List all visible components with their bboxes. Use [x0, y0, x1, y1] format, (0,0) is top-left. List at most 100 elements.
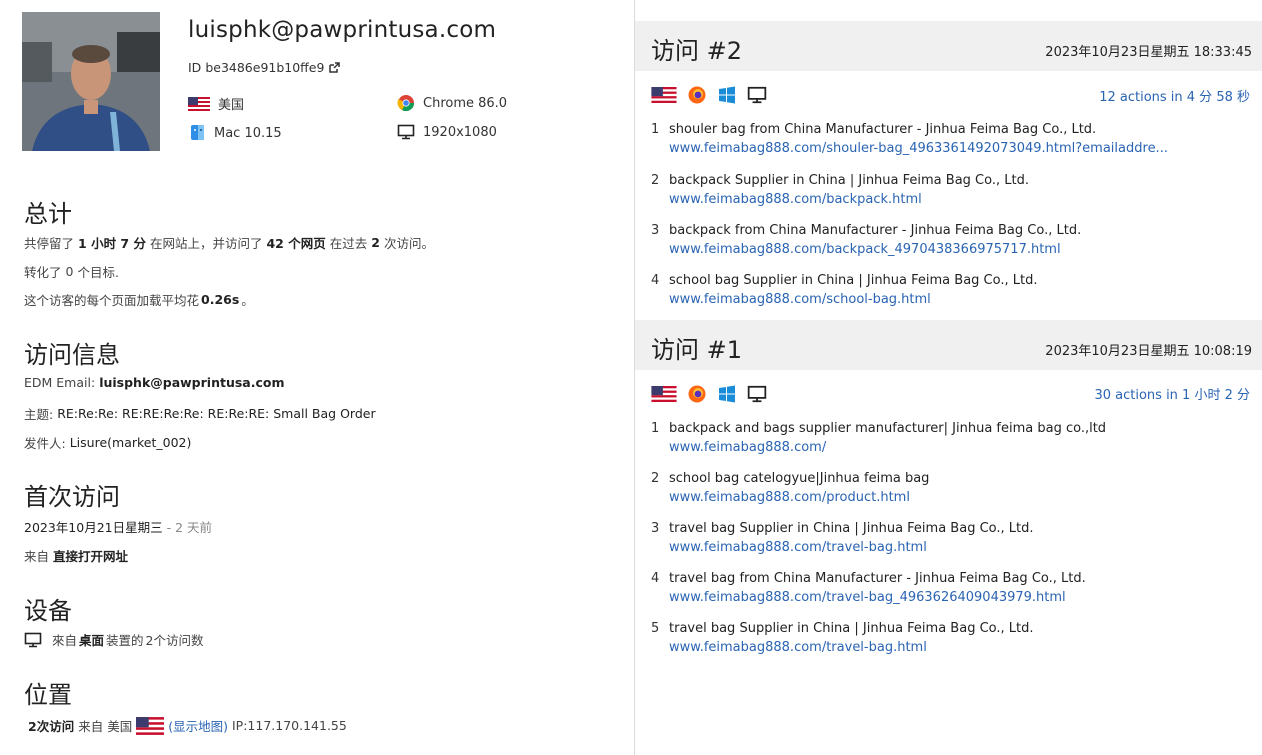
device-visit-count: 2个访问数 — [145, 633, 204, 648]
device-title: 设备 — [24, 597, 72, 625]
first-visit-title: 首次访问 — [24, 483, 120, 511]
visitor-id-value: be3486e91b10ffe9 — [205, 60, 325, 75]
show-map-link[interactable]: (显示地图) — [168, 716, 228, 735]
summary-line-3: 这个访客的每个页面加载平均花 0.26s 。 — [24, 290, 254, 309]
external-link-icon[interactable] — [328, 61, 341, 74]
page-url-link[interactable]: www.feimabag888.com/backpack_49704383669… — [669, 242, 1061, 257]
device-type: 桌面 — [79, 633, 105, 648]
visit-time: 10:08:19 — [1193, 344, 1252, 359]
visitor-avatar — [22, 12, 160, 151]
desktop-icon — [747, 385, 767, 403]
page-number: 1 — [651, 421, 660, 436]
visitor-os: Mac 10.15 — [190, 124, 282, 142]
location-country: 美国 — [107, 719, 133, 734]
visitor-country: 美国 — [188, 94, 244, 113]
page-number: 2 — [651, 173, 660, 188]
page-url-link[interactable]: www.feimabag888.com/product.html — [669, 490, 910, 505]
page-number: 4 — [651, 571, 660, 586]
device-text: 装置的 — [106, 633, 144, 648]
browser-label: Chrome 86.0 — [423, 95, 508, 111]
windows-icon — [717, 384, 737, 404]
page-number: 3 — [651, 521, 660, 536]
summary-line-2: 转化了 0 个目标. — [24, 262, 119, 281]
sender-label: 发件人: — [24, 436, 66, 451]
subject-label: 主题: — [24, 407, 54, 422]
visit-header: 访问 #2 2023年10月23日星期五 18:33:45 — [635, 21, 1262, 71]
visitor-id-label: ID — [188, 60, 202, 75]
summary-text: 次访问。 — [383, 236, 434, 251]
firefox-icon — [687, 384, 707, 404]
visit-title: 访问 #2 — [651, 37, 743, 65]
us-flag-icon — [136, 716, 165, 735]
location-row: 2次访问 来自 美国 (显示地图) IP:117.170.141.55 — [28, 716, 347, 735]
goal-count: 0 — [65, 264, 74, 279]
page-url-link[interactable]: www.feimabag888.com/shouler-bag_49633614… — [669, 141, 1168, 156]
summary-pages: 42 个网页 — [266, 236, 326, 251]
visit-icons — [651, 384, 767, 404]
summary-visits: 2 — [371, 235, 380, 250]
visit-info-title: 访问信息 — [24, 341, 120, 369]
summary-text: 。 — [241, 293, 254, 308]
summary-time: 1 小时 7 分 — [78, 236, 146, 251]
summary-line-1: 共停留了 1 小时 7 分 在网站上，并访问了 42 个网页 在过去 2 次访问… — [24, 233, 434, 252]
page-url-link[interactable]: www.feimabag888.com/travel-bag_496362640… — [669, 590, 1066, 605]
summary-text: 转化了 — [24, 265, 62, 280]
location-ip: IP:117.170.141.55 — [232, 718, 347, 733]
summary-text: 共停留了 — [24, 236, 75, 251]
page-title: school bag Supplier in China | Jinhua Fe… — [669, 273, 1038, 288]
page-number: 1 — [651, 122, 660, 137]
page-url-link[interactable]: www.feimabag888.com/travel-bag.html — [669, 640, 927, 655]
page-url-link[interactable]: www.feimabag888.com/ — [669, 440, 826, 455]
first-visit-referrer-row: 来自 直接打开网址 — [24, 546, 128, 565]
page-url-link[interactable]: www.feimabag888.com/school-bag.html — [669, 292, 931, 307]
avg-load-time: 0.26s — [201, 292, 240, 307]
visitor-resolution: 1920x1080 — [397, 124, 497, 140]
visit-actions-summary[interactable]: 12 actions in 4 分 58 秒 — [1099, 86, 1250, 105]
visits-panel: 访问 #2 2023年10月23日星期五 18:33:45 12 actions… — [635, 0, 1262, 755]
visitor-browser: Chrome 86.0 — [397, 94, 507, 112]
visit-date: 2023年10月23日星期五 — [1045, 344, 1190, 359]
sender-row: 发件人: Lisure(market_002) — [24, 433, 191, 452]
visit-actions-summary[interactable]: 30 actions in 1 小时 2 分 — [1094, 384, 1250, 403]
summary-text: 个目标. — [77, 265, 119, 280]
page-title: travel bag from China Manufacturer - Jin… — [669, 571, 1086, 586]
page-number: 4 — [651, 273, 660, 288]
us-flag-icon — [651, 386, 677, 402]
os-label: Mac 10.15 — [214, 125, 282, 141]
edm-email-row: EDM Email: luisphk@pawprintusa.com — [24, 375, 285, 390]
visit-datetime: 2023年10月23日星期五 10:08:19 — [1045, 340, 1252, 359]
location-visit-count: 2次访问 — [28, 719, 75, 734]
page-number: 3 — [651, 223, 660, 238]
edm-email-label: EDM Email: — [24, 375, 96, 390]
page-title: travel bag Supplier in China | Jinhua Fe… — [669, 521, 1034, 536]
page-title: backpack Supplier in China | Jinhua Feim… — [669, 173, 1029, 188]
desktop-icon — [747, 86, 767, 104]
location-title: 位置 — [24, 681, 72, 709]
visit-header: 访问 #1 2023年10月23日星期五 10:08:19 — [635, 320, 1262, 370]
visit-title: 访问 #1 — [651, 336, 743, 364]
firefox-icon — [687, 85, 707, 105]
page-number: 2 — [651, 471, 660, 486]
chrome-icon — [397, 94, 415, 112]
first-visit-date-row: 2023年10月21日星期三 - 2 天前 — [24, 517, 212, 536]
country-label: 美国 — [218, 98, 245, 113]
device-row: 來自 桌面 装置的 2个访问数 — [24, 630, 204, 649]
visit-datetime: 2023年10月23日星期五 18:33:45 — [1045, 41, 1252, 60]
visit-icons — [651, 85, 767, 105]
page-title: backpack from China Manufacturer - Jinhu… — [669, 223, 1082, 238]
visit-time: 18:33:45 — [1193, 45, 1252, 60]
us-flag-icon — [188, 96, 210, 111]
page-url-link[interactable]: www.feimabag888.com/backpack.html — [669, 192, 922, 207]
windows-icon — [717, 85, 737, 105]
page-url-link[interactable]: www.feimabag888.com/travel-bag.html — [669, 540, 927, 555]
subject-row: 主题: RE:Re:Re: RE:RE:Re:Re: RE:Re:RE: Sma… — [24, 404, 376, 423]
mac-finder-icon — [190, 124, 206, 142]
summary-title: 总计 — [24, 200, 72, 228]
referrer-label: 来自 — [24, 549, 50, 564]
page-title: school bag catelogyue|Jinhua feima bag — [669, 471, 930, 486]
edm-email-value: luisphk@pawprintusa.com — [99, 375, 285, 390]
first-visit-date: 2023年10月21日星期三 — [24, 520, 163, 535]
subject-value: RE:Re:Re: RE:RE:Re:Re: RE:Re:RE: Small B… — [57, 406, 376, 421]
us-flag-icon — [651, 87, 677, 103]
page-number: 5 — [651, 621, 660, 636]
